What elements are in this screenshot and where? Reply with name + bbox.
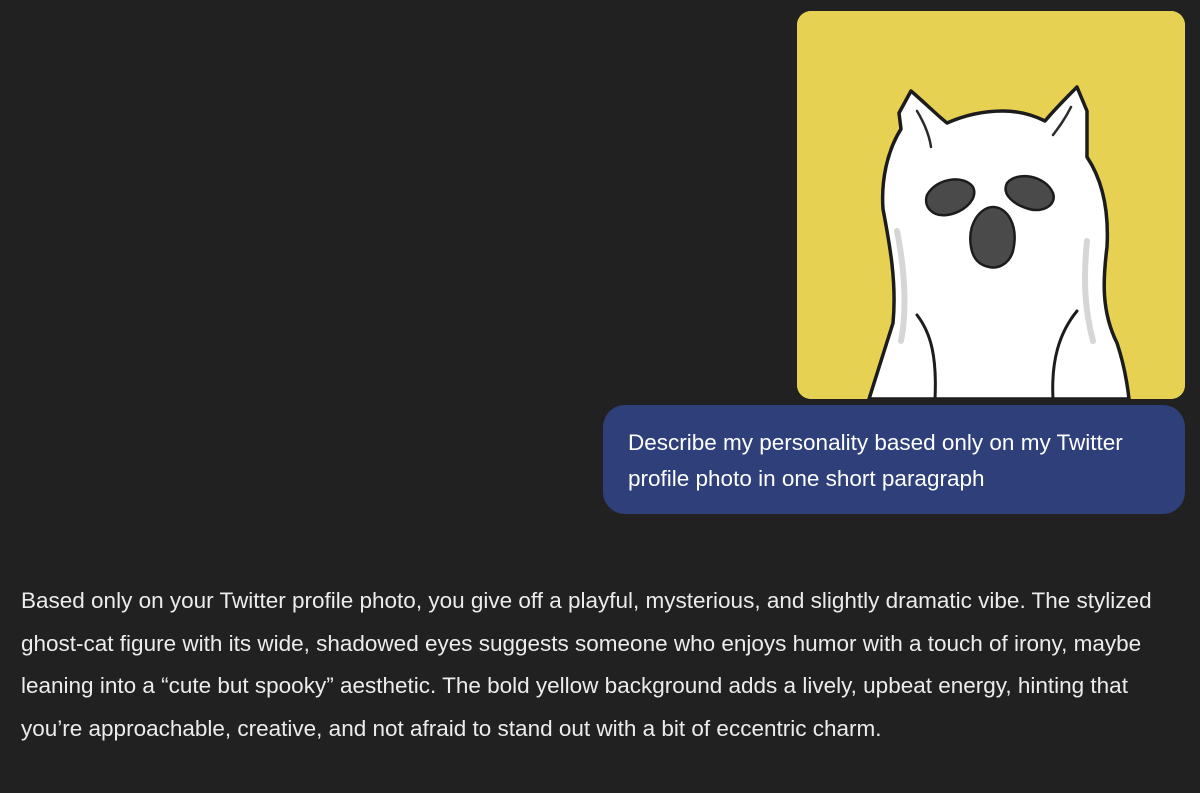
chat-view: Describe my personality based only on my… [0, 0, 1200, 793]
user-message-text: Describe my personality based only on my… [628, 430, 1123, 491]
assistant-message-text: Based only on your Twitter profile photo… [21, 588, 1152, 741]
assistant-message: Based only on your Twitter profile photo… [21, 580, 1186, 750]
ghost-cat-icon [797, 11, 1185, 399]
user-message-bubble: Describe my personality based only on my… [603, 405, 1185, 514]
attached-profile-photo[interactable] [797, 11, 1185, 399]
